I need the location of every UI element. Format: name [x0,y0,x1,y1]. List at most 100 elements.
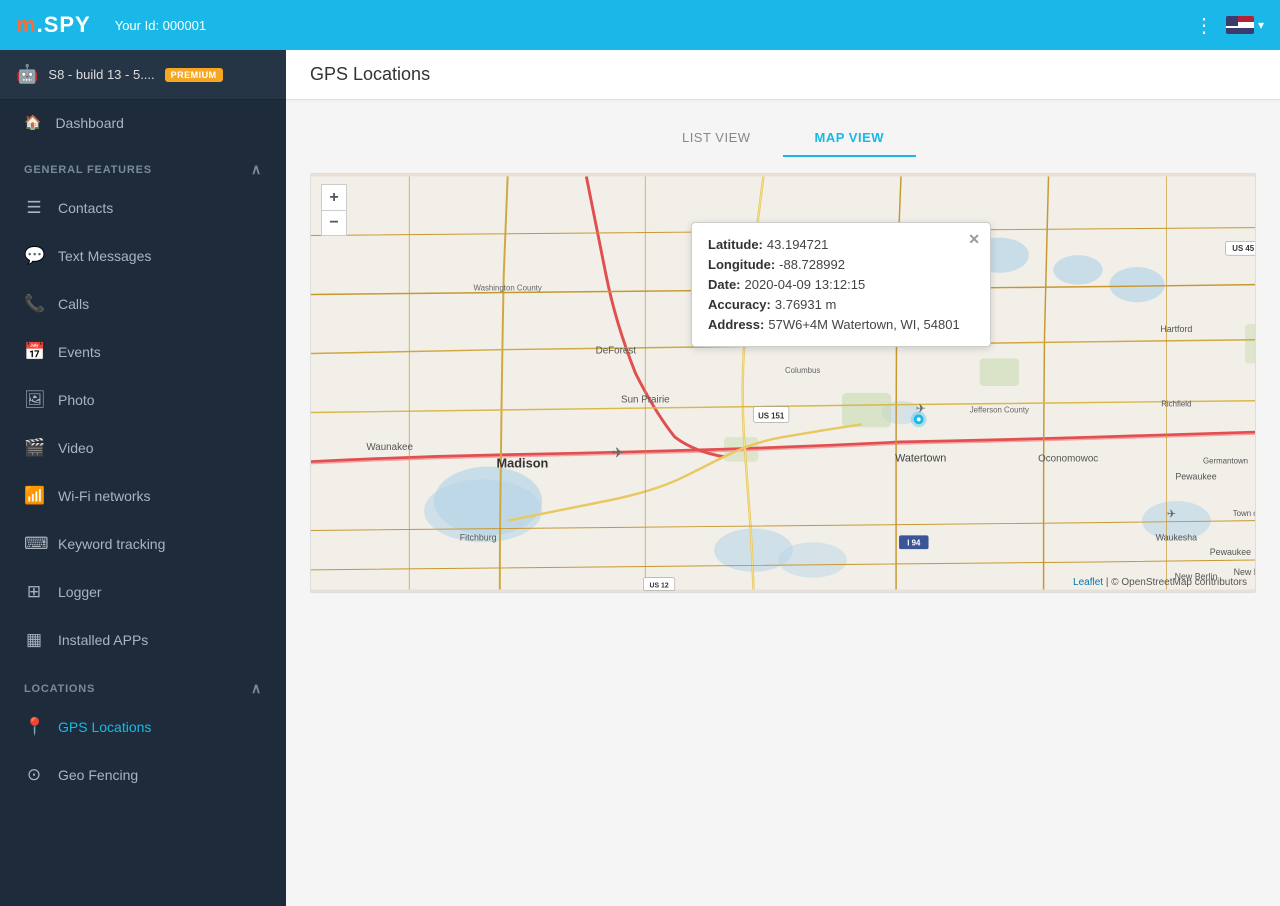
svg-text:✈: ✈ [1167,509,1176,521]
svg-text:Madison: Madison [497,456,549,471]
address-label: Address: [708,317,764,332]
longitude-label: Longitude: [708,257,775,272]
main-layout: 🤖 S8 - build 13 - 5.... PREMIUM 🏠 Dashbo… [0,50,1280,906]
keyword-icon: ⌨ [24,534,44,554]
general-features-chevron[interactable]: ∧ [251,161,262,178]
more-options-icon[interactable]: ⋮ [1194,13,1214,38]
sidebar-item-contacts[interactable]: ☰ Contacts [0,184,286,232]
photo-icon: 🖼 [24,390,44,410]
events-icon: 📅 [24,342,44,362]
device-name: S8 - build 13 - 5.... [48,67,154,82]
latitude-label: Latitude: [708,237,763,252]
sidebar: 🤖 S8 - build 13 - 5.... PREMIUM 🏠 Dashbo… [0,50,286,906]
calls-label: Calls [58,296,89,312]
svg-text:Pewaukee: Pewaukee [1210,547,1251,557]
leaflet-link[interactable]: Leaflet [1073,577,1103,588]
calls-icon: 📞 [24,294,44,314]
sidebar-item-dashboard[interactable]: 🏠 Dashboard [0,100,286,145]
latitude-value: 43.194721 [767,237,828,252]
svg-text:New Berlin: New Berlin [1234,567,1255,577]
sidebar-item-video[interactable]: 🎬 Video [0,424,286,472]
photo-label: Photo [58,392,95,408]
svg-text:Columbus: Columbus [785,366,820,375]
geofencing-icon: ⊙ [24,765,44,785]
tabs-container: LIST VIEW MAP VIEW [310,120,1256,157]
language-selector[interactable]: ▾ [1226,16,1264,34]
wifi-label: Wi-Fi networks [58,488,151,504]
svg-text:Washington County: Washington County [474,284,542,293]
popup-latitude-row: Latitude: 43.194721 [708,237,974,252]
osm-attribution: © OpenStreetMap contributors [1111,577,1247,588]
sidebar-item-geo-fencing[interactable]: ⊙ Geo Fencing [0,751,286,799]
sidebar-item-photo[interactable]: 🖼 Photo [0,376,286,424]
logo: m.SPY [16,12,91,38]
accuracy-value: 3.76931 m [775,297,836,312]
date-label: Date: [708,277,741,292]
gps-icon: 📍 [24,717,44,737]
svg-text:Fitchburg: Fitchburg [460,532,497,542]
header-right: ⋮ ▾ [1194,13,1264,38]
svg-text:Sun Prairie: Sun Prairie [621,395,670,406]
svg-text:✈: ✈ [612,446,624,461]
general-features-label: GENERAL FEATURES [24,164,152,176]
device-bar[interactable]: 🤖 S8 - build 13 - 5.... PREMIUM [0,50,286,100]
content-area: LIST VIEW MAP VIEW [286,100,1280,906]
svg-text:DeForest: DeForest [596,346,637,357]
map-attribution: Leaflet | © OpenStreetMap contributors [1073,577,1247,588]
geofencing-label: Geo Fencing [58,767,138,783]
svg-text:Waunakee: Waunakee [366,442,413,453]
zoom-in-button[interactable]: + [321,184,347,210]
popup-close-button[interactable]: ✕ [968,231,980,248]
date-value: 2020-04-09 13:12:15 [745,277,866,292]
locations-section: LOCATIONS ∧ [0,668,286,703]
dashboard-label: Dashboard [55,115,124,131]
gps-label: GPS Locations [58,719,151,735]
text-messages-icon: 💬 [24,246,44,266]
page-title: GPS Locations [310,64,430,85]
svg-text:I 94: I 94 [907,538,921,547]
location-popup: ✕ Latitude: 43.194721 Longitude: -88.728… [691,222,991,347]
svg-text:Pewaukee: Pewaukee [1175,471,1216,481]
sidebar-item-wifi[interactable]: 📶 Wi-Fi networks [0,472,286,520]
sidebar-item-calls[interactable]: 📞 Calls [0,280,286,328]
svg-text:Hartford: Hartford [1160,324,1192,334]
tab-map-view[interactable]: MAP VIEW [783,120,917,157]
svg-text:Watertown: Watertown [895,453,946,465]
sidebar-item-keyword-tracking[interactable]: ⌨ Keyword tracking [0,520,286,568]
svg-text:US 151: US 151 [758,411,785,420]
home-icon: 🏠 [24,114,41,131]
flag-icon [1226,16,1254,34]
installed-apps-icon: ▦ [24,630,44,650]
tab-list-view[interactable]: LIST VIEW [650,120,783,157]
page-header: GPS Locations [286,50,1280,100]
svg-text:US 45: US 45 [1232,244,1254,253]
accuracy-label: Accuracy: [708,297,771,312]
sidebar-item-installed-apps[interactable]: ▦ Installed APPs [0,616,286,664]
popup-address-row: Address: 57W6+4M Watertown, WI, 54801 [708,317,974,332]
contacts-icon: ☰ [24,198,44,218]
wifi-icon: 📶 [24,486,44,506]
longitude-value: -88.728992 [779,257,845,272]
svg-text:Waukesha: Waukesha [1156,532,1198,542]
main-content: GPS Locations LIST VIEW MAP VIEW [286,50,1280,906]
sidebar-item-events[interactable]: 📅 Events [0,328,286,376]
popup-accuracy-row: Accuracy: 3.76931 m [708,297,974,312]
logger-icon: ⊞ [24,582,44,602]
svg-text:Oconomowoc: Oconomowoc [1038,454,1098,465]
events-label: Events [58,344,101,360]
sidebar-item-text-messages[interactable]: 💬 Text Messages [0,232,286,280]
svg-text:Richfield: Richfield [1161,400,1191,409]
svg-text:Town of Brookfield: Town of Brookfield [1233,509,1255,518]
sidebar-item-gps-locations[interactable]: 📍 GPS Locations [0,703,286,751]
keyword-label: Keyword tracking [58,536,165,552]
user-id: Your Id: 000001 [115,18,206,33]
zoom-out-button[interactable]: − [321,210,347,236]
map-zoom-controls: + − [321,184,347,236]
general-features-section: GENERAL FEATURES ∧ [0,149,286,184]
locations-chevron[interactable]: ∧ [251,680,262,697]
sidebar-item-logger[interactable]: ⊞ Logger [0,568,286,616]
chevron-down-icon: ▾ [1258,18,1264,32]
popup-date-row: Date: 2020-04-09 13:12:15 [708,277,974,292]
locations-label: LOCATIONS [24,683,95,695]
video-label: Video [58,440,94,456]
